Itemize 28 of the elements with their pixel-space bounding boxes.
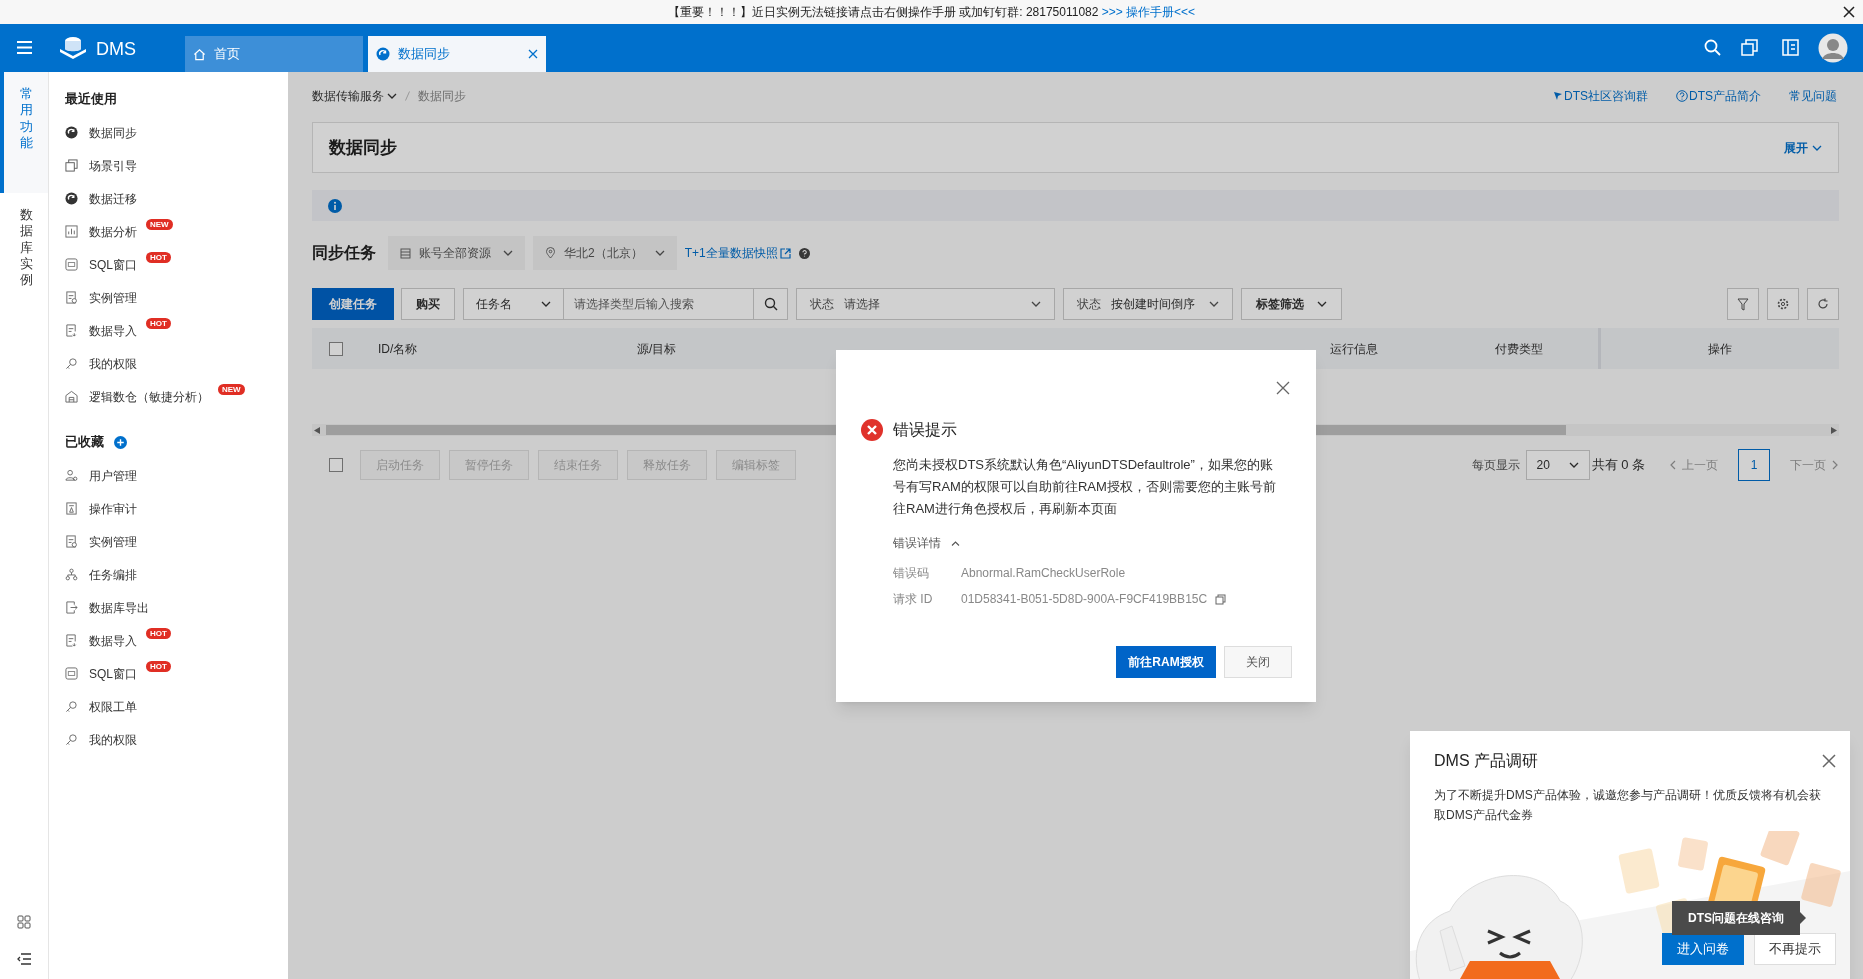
badge: HOT xyxy=(146,661,171,672)
badge: HOT xyxy=(146,318,171,329)
badge: NEW xyxy=(146,219,173,230)
column-header: 付费类型 xyxy=(1495,340,1543,358)
section-title: 同步任务 xyxy=(312,243,376,263)
page-size-label: 每页显示 xyxy=(1471,457,1520,474)
logo-text: DMS xyxy=(96,38,136,61)
badge: HOT xyxy=(146,628,171,639)
badge: NEW xyxy=(218,384,245,395)
error-message: 您尚未授权DTS系统默认角色“AliyunDTSDefaultrole”，如果您的账号有写RAM的权限可以自助前往RAM授权，否则需要您的主账号前往RAM进行角色授权后，再刷新本页面 xyxy=(893,456,1277,518)
column-header: 运行信息 xyxy=(1330,340,1378,358)
detail-label: 请求 ID xyxy=(893,591,934,608)
section-title: 最近使用 xyxy=(65,90,117,109)
notice-text: 【重要！！！】近日实例无法链接请点击右侧操作手册 或加钉钉群: 28175011082 >>> 操作手册<<< xyxy=(667,4,1196,21)
dialog-title: 错误提示 xyxy=(893,420,957,440)
column-header: 源/目标 xyxy=(637,340,677,358)
detail-label: 错误码 xyxy=(893,565,930,582)
detail-value: Abnormal.RamCheckUserRole xyxy=(961,565,1126,582)
detail-value: 01D58341-B051-5D8D-900A-F9CF419BB15C xyxy=(961,591,1208,608)
column-header: 操作 xyxy=(1708,340,1732,358)
page-title: 数据同步 xyxy=(329,136,397,159)
badge: HOT xyxy=(146,252,171,263)
survey-text: 为了不断提升DMS产品体验，诚邀您参与产品调研！优质反馈将有机会获取DMS产品代金券 xyxy=(1434,787,1822,824)
section-title: 已收藏 xyxy=(65,433,104,452)
column-header: ID/名称 xyxy=(378,340,418,358)
tooltip: DTS问题在线咨询 xyxy=(1672,901,1800,935)
survey-title: DMS 产品调研 xyxy=(1434,751,1538,771)
total-count: 共有 0 条 xyxy=(1591,456,1645,475)
